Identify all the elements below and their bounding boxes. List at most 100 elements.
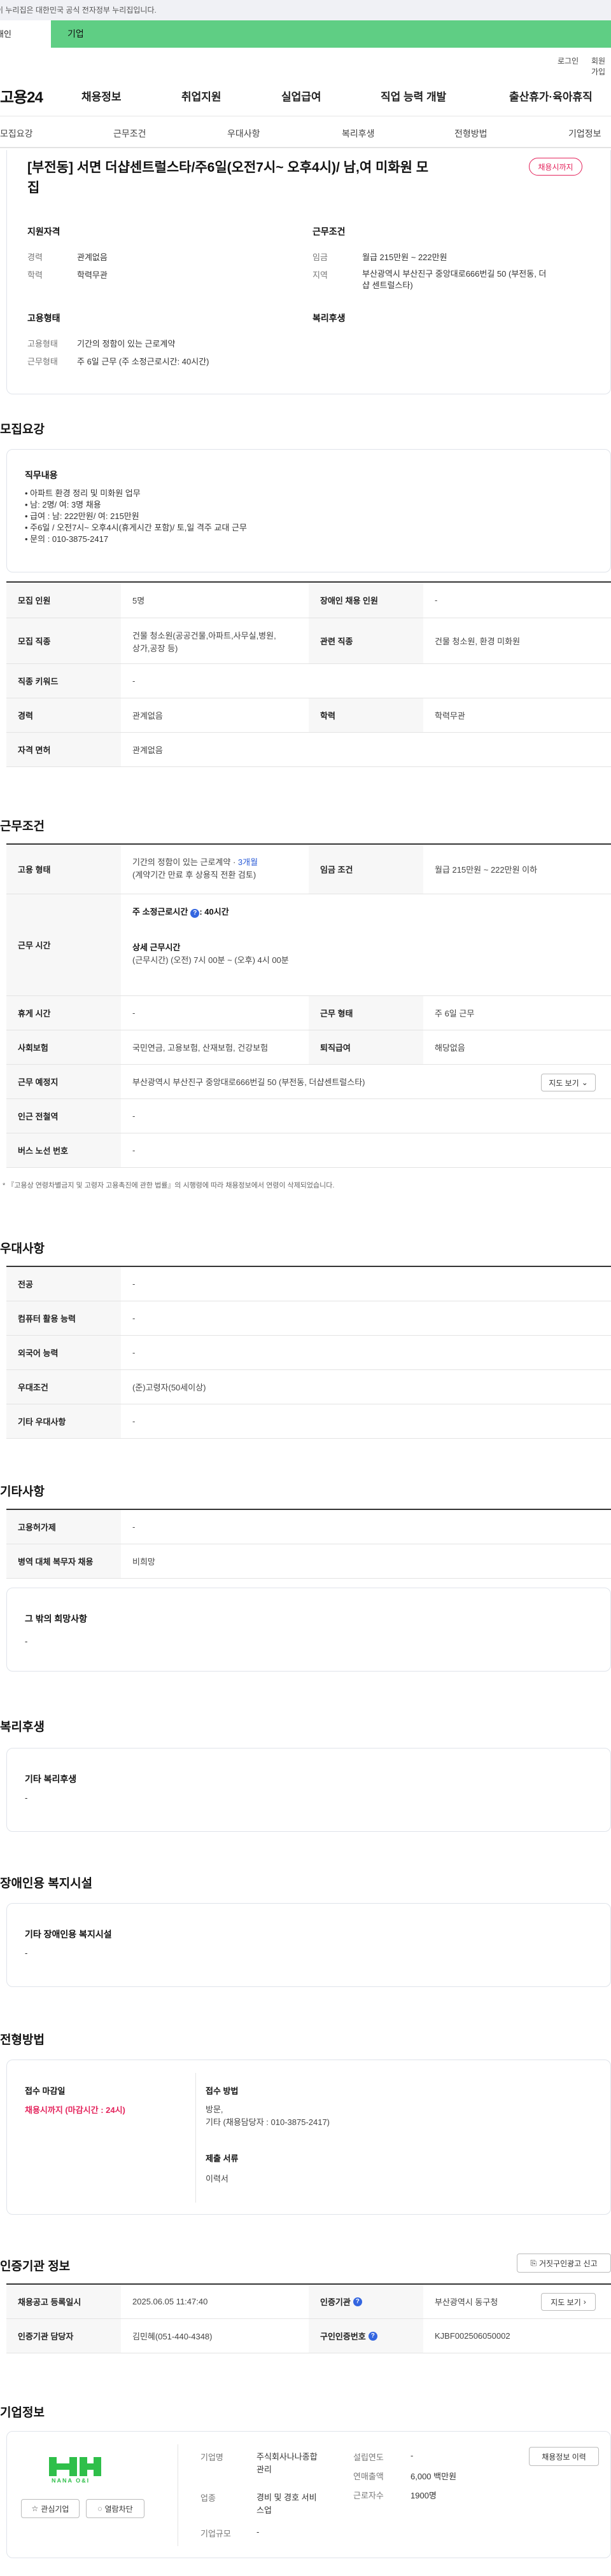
hours-label: 근무 시간 xyxy=(6,894,121,995)
subnav-workcond[interactable]: 근무조건 xyxy=(113,127,146,140)
related-value: 건물 청소원, 환경 미화원 xyxy=(435,637,521,646)
accessibility-box-title: 기타 장애인용 복지시설 xyxy=(25,1929,112,1939)
agency-label: 인증기관? xyxy=(309,2285,423,2318)
tab-person[interactable]: 개인 xyxy=(0,20,51,48)
star-icon: ☆ xyxy=(31,2504,39,2513)
table-row: 모집 인원 5명 장애인 채용 인원 - xyxy=(6,583,611,618)
gov-banner: 이 누리집은 대한민국 공식 전자정부 누리집입니다. xyxy=(0,0,611,20)
form-type-value: 기간의 정함이 있는 근로계약 xyxy=(77,339,176,349)
subnav-preference[interactable]: 우대사항 xyxy=(227,127,260,140)
table-row: 고용 형태 기간의 정함이 있는 근로계약 · 3개월 (계약기간 만료 후 상… xyxy=(6,845,611,894)
welfare-title: 복리후생 xyxy=(313,313,346,323)
subnav-welfare[interactable]: 복리후생 xyxy=(342,127,375,140)
table-row: 근무 시간 주 소정근로시간?: 40시간 상세 근무시간 (근무시간) (오전… xyxy=(6,894,611,996)
table-row: 컴퓨터 활용 능력 - xyxy=(6,1301,611,1336)
welfare-box-title: 기타 복리후생 xyxy=(25,1774,77,1784)
duty-title: 직무내용 xyxy=(25,470,58,480)
gnb-item-support[interactable]: 취업지원 xyxy=(181,88,221,104)
company-logo: NANA O&I xyxy=(43,2453,106,2489)
age-note: * 『고용상 연령차별금지 및 고령자 고용촉진에 관한 법률』의 시행령에 따… xyxy=(3,1182,335,1189)
job-label: 모집 직종 xyxy=(6,618,121,663)
cond-wage-label: 임금 xyxy=(313,253,328,262)
subnav-company[interactable]: 기업정보 xyxy=(568,127,601,140)
cond-wage-value: 월급 215만원 ~ 222만원 xyxy=(362,253,447,262)
place-label: 근무 예정지 xyxy=(6,1065,121,1098)
map-button[interactable]: 지도 보기 ⌄ xyxy=(541,1074,596,1091)
status-badge: 채용시까지 xyxy=(529,158,582,176)
company-card: NANA O&I ☆ 관심기업 ◌ 열람차단 기업명 주식회사나나종합 관리 업종 … xyxy=(6,2431,611,2558)
info-icon[interactable]: ? xyxy=(353,2297,362,2306)
station-value: - xyxy=(132,1111,136,1121)
table-row: 인증기관 담당자 김민혜(051-440-4348) 구인인증번호? KJBF0… xyxy=(6,2319,611,2353)
gnb-item-jobs[interactable]: 채용정보 xyxy=(81,88,122,104)
shift-value: 주 6일 근무 xyxy=(435,1009,475,1018)
deadline-title: 접수 마감일 xyxy=(25,2086,66,2096)
break-label: 휴게 시간 xyxy=(6,996,121,1030)
size-value: - xyxy=(256,2527,260,2537)
form-title: 고용형태 xyxy=(27,313,60,323)
table-row: 모집 직종 건물 청소원(공공건물,아파트,사무실,병원, 상가,공장 등) 관… xyxy=(6,618,611,664)
edu-label: 학력 xyxy=(309,698,423,732)
site-logo[interactable]: 고용24 xyxy=(0,85,43,107)
method-title: 접수 방법 xyxy=(206,2086,239,2096)
keyword-label: 직종 키워드 xyxy=(6,664,121,698)
employees-label: 근로자수 xyxy=(353,2491,384,2500)
report-fake-ad-button[interactable]: ⎘ 거짓구인광고 신고 xyxy=(517,2254,611,2273)
license-value: 관계없음 xyxy=(132,745,163,755)
revenue-label: 연매출액 xyxy=(353,2472,384,2481)
duty-card: 직무내용 • 아파트 환경 정리 및 미화원 업무 • 남: 2명/ 여: 3명… xyxy=(6,449,611,572)
subnav-recruit[interactable]: 모집요강 xyxy=(0,127,33,140)
headcount-value: 5명 xyxy=(132,596,145,606)
tab-company[interactable]: 기업 xyxy=(51,20,611,48)
section-title-cert: 인증기관 정보 xyxy=(0,2260,71,2273)
welfare-box-value: - xyxy=(25,1793,28,1803)
workcond-table: 고용 형태 기간의 정함이 있는 근로계약 · 3개월 (계약기간 만료 후 상… xyxy=(6,843,611,1168)
docs-value: 이력서 xyxy=(206,2174,228,2184)
preference-table: 전공 - 컴퓨터 활용 능력 - 외국어 능력 - 우대조건 (준)고령자(50세이상)… xyxy=(6,1266,611,1439)
form-type-label: 고용형태 xyxy=(27,339,58,349)
gnb-item-benefit[interactable]: 실업급여 xyxy=(281,88,321,104)
qual-edu-label: 학력 xyxy=(27,270,43,280)
block-view-button[interactable]: ◌ 열람차단 xyxy=(86,2499,144,2518)
job-value: 건물 청소원(공공건물,아파트,사무실,병원, 상가,공장 등) xyxy=(132,631,276,653)
recruit-history-button[interactable]: 채용정보 이력 xyxy=(529,2447,599,2466)
cond-region-label: 지역 xyxy=(313,270,328,280)
career-value: 관계없음 xyxy=(132,711,163,721)
disabled-value: - xyxy=(435,595,438,605)
section-title-etc: 기타사항 xyxy=(0,1485,45,1499)
wage-label: 임금 조건 xyxy=(309,845,423,894)
section-title-workcond: 근무조건 xyxy=(0,820,45,833)
agency-map-button[interactable]: 지도 보기 › xyxy=(541,2293,596,2311)
login-link[interactable]: 로그인 xyxy=(558,55,579,66)
other-wish-title: 그 밖의 희망사항 xyxy=(25,1614,87,1624)
interest-company-button[interactable]: ☆ 관심기업 xyxy=(21,2499,80,2518)
etc-table: 고용허가제 - 병역 대체 복무자 채용 비희망 xyxy=(6,1509,611,1579)
divider xyxy=(195,2073,196,2203)
section-title-recruit: 모집요강 xyxy=(0,423,45,436)
info-icon[interactable]: ? xyxy=(368,2331,377,2341)
notice-label: 구인인증번호? xyxy=(309,2319,423,2353)
break-value: - xyxy=(132,1008,136,1018)
member-type-tabs: 개인 기업 xyxy=(0,20,611,48)
employees-value: 1900명 xyxy=(411,2491,437,2500)
detail-subnav: 모집요강 근무조건 우대사항 복리후생 전형방법 기업정보 xyxy=(0,116,611,148)
career-label: 경력 xyxy=(6,698,121,732)
form-shift-value: 주 6일 근무 (주 소정근로시간: 40시간) xyxy=(77,357,209,366)
subnav-selection[interactable]: 전형방법 xyxy=(454,127,488,140)
gnb-item-leave[interactable]: 출산휴가·육아휴직 xyxy=(509,88,593,104)
table-row: 기타 우대사항 - xyxy=(6,1404,611,1439)
company-name-value: 주식회사나나종합 관리 xyxy=(256,2452,318,2474)
table-row: 전공 - xyxy=(6,1267,611,1301)
emp-type-value: 기간의 정함이 있는 근로계약 · 3개월 (계약기간 만료 후 상용직 전환 … xyxy=(132,857,258,880)
emp-type-label: 고용 형태 xyxy=(6,845,121,894)
table-row: 외국어 능력 - xyxy=(6,1336,611,1370)
qual-title: 지원자격 xyxy=(27,226,60,237)
qual-career-value: 관계없음 xyxy=(77,253,108,262)
gnb-item-training[interactable]: 직업 능력 개발 xyxy=(381,88,446,104)
retire-value: 해당없음 xyxy=(435,1043,465,1053)
shift-label: 근무 형태 xyxy=(309,996,423,1030)
other-wish-card: 그 밖의 희망사항 - xyxy=(6,1588,611,1672)
docs-title: 제출 서류 xyxy=(206,2154,239,2163)
info-icon[interactable]: ? xyxy=(190,909,200,918)
job-title: [부전동] 서면 더샵센트럴스타/주6일(오전7시~ 오후4시)/ 남,여 미화… xyxy=(27,160,429,195)
